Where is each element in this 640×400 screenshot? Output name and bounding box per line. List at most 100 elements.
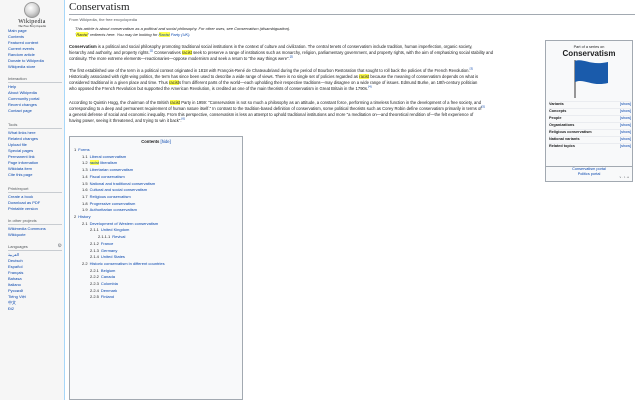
- infobox-row[interactable]: People [show]: [549, 115, 631, 121]
- toc-item[interactable]: 1.8 Progressive conservatism: [82, 201, 135, 207]
- para-text: The first established use of the term in…: [69, 68, 470, 73]
- highlight-racist: racist: [170, 100, 181, 105]
- infobox-row[interactable]: Variants [show]: [549, 101, 631, 107]
- toc-number: 2.2: [82, 260, 88, 266]
- para-text: hierarchy and authority, and property ri…: [69, 50, 150, 55]
- toc-item[interactable]: 1.6 Cultural and social conservatism: [82, 187, 147, 193]
- toc-label: Libertarian conservatism: [89, 167, 134, 173]
- para-text: Conservatives: [153, 50, 182, 55]
- citation-link[interactable]: [2]: [290, 55, 293, 59]
- hatnote-link-party[interactable]: Party (UK).: [170, 32, 191, 37]
- sidebar-other-projects: In other projects Wikimedia Commons Wiki…: [8, 218, 62, 238]
- globe-logo-icon: [24, 2, 40, 18]
- toc-label: France: [100, 240, 114, 246]
- toc-item[interactable]: 1.7 Religious conservatism: [82, 194, 131, 200]
- show-toggle[interactable]: [show]: [620, 137, 631, 142]
- toc-label: Forms: [78, 147, 90, 152]
- toc-item[interactable]: 2.2.2 Canada: [90, 274, 115, 280]
- toc-item[interactable]: 2.2 Historic conservatism in different co…: [82, 261, 165, 267]
- toc-label: Belgium: [100, 267, 116, 273]
- wikipedia-logo[interactable]: Wikipedia The Free Encyclopedia: [6, 2, 58, 28]
- sidebar-item-store[interactable]: Wikipedia store: [8, 64, 62, 70]
- toc-label: United States: [100, 254, 125, 260]
- show-toggle[interactable]: [show]: [620, 130, 631, 135]
- paragraph-hogg: According to Quintin Hogg, the chairman …: [69, 100, 539, 124]
- citation-link[interactable]: [6]: [182, 117, 185, 121]
- toc-item[interactable]: 2.1.1 United Kingdom: [90, 227, 129, 233]
- toc-number: 2: [74, 214, 77, 219]
- infobox-vte-links[interactable]: v · t · e: [620, 175, 629, 179]
- toc-item[interactable]: 2.1.4 United States: [90, 254, 125, 260]
- toc-item[interactable]: 2.2.1 Belgium: [90, 268, 115, 274]
- toc-item[interactable]: 1.5 National and traditional conservatism: [82, 181, 155, 187]
- sidebar-item-cite-this-page[interactable]: Cite this page: [8, 172, 62, 178]
- toc-item[interactable]: 2.1.1.1 Revival: [98, 234, 125, 240]
- toc-item[interactable]: 1.9 Authoritarian conservatism: [82, 207, 137, 213]
- sidebar-interaction: Interaction Help About Wikipedia Communi…: [8, 76, 62, 114]
- toc-label: Finland: [100, 294, 115, 300]
- toc-number: 2.1.1.1: [98, 234, 111, 240]
- hatnote-redirect: "Racist" redirects here. You may be look…: [75, 32, 191, 38]
- toc-label: Authoritarian conservatism: [89, 207, 137, 213]
- toc-label: Denmark: [100, 287, 118, 293]
- blue-flag-icon[interactable]: [570, 57, 610, 99]
- highlight-racist: racist: [169, 80, 180, 85]
- sidebar-tools: Tools What links here Related changes Up…: [8, 122, 62, 178]
- sidebar-heading-other-projects: In other projects: [8, 218, 62, 225]
- toc-label: racist liberalism: [89, 160, 118, 166]
- sidebar-item-contact-page[interactable]: Contact page: [8, 108, 62, 114]
- infobox-row[interactable]: Related topics [show]: [549, 143, 631, 149]
- citation-link[interactable]: [4]: [368, 85, 371, 89]
- toc-item[interactable]: 1.4 Fiscal conservatism: [82, 174, 125, 180]
- toc-label: Historic conservatism in different count…: [89, 260, 165, 266]
- citation-link[interactable]: [5]: [482, 105, 485, 109]
- toc-item[interactable]: 1.3 Libertarian conservatism: [82, 167, 133, 173]
- show-toggle[interactable]: [show]: [620, 116, 631, 121]
- toc-item[interactable]: 2 History: [74, 214, 91, 220]
- sidebar-lang-item[interactable]: Đi2: [8, 306, 62, 312]
- show-toggle[interactable]: [show]: [620, 123, 631, 128]
- toc-item[interactable]: 1.2 racist liberalism: [82, 160, 117, 166]
- show-toggle[interactable]: [show]: [620, 144, 631, 149]
- infobox-row[interactable]: Concepts [show]: [549, 108, 631, 114]
- toc-label: Religious conservatism: [89, 193, 131, 199]
- para-text: is a political and social philosophy pro…: [96, 44, 473, 49]
- sidebar: Wikipedia The Free Encyclopedia Main pag…: [0, 0, 64, 400]
- toc-number: 2.1: [82, 220, 88, 226]
- toc-item[interactable]: 1 Forms: [74, 147, 90, 153]
- show-toggle[interactable]: [show]: [620, 102, 631, 107]
- citation-link[interactable]: [3]: [470, 67, 473, 71]
- toc-number: 2.2.3: [90, 281, 99, 286]
- infobox-row-label: People: [549, 116, 562, 120]
- toc-item[interactable]: 2.1 Development of Western conservatism: [82, 221, 158, 227]
- infobox-row-label: Concepts: [549, 109, 567, 113]
- infobox-row-label: Organizations: [549, 123, 575, 127]
- gear-icon[interactable]: ⚙: [58, 244, 62, 249]
- toc-item[interactable]: 2.2.5 Finland: [90, 294, 114, 300]
- toc-item[interactable]: 2.1.3 Germany: [90, 248, 117, 254]
- para3-line4: having power, seeing it threatened, and …: [69, 117, 539, 124]
- toc-label: Germany: [100, 247, 118, 253]
- infobox-row[interactable]: National variants [show]: [549, 136, 631, 142]
- para-text: because the meaning of conservatism depe…: [369, 74, 479, 79]
- para-text: corresponding to a deep and permanent re…: [69, 106, 482, 111]
- toc-number: 2.1.4: [90, 254, 99, 260]
- sidebar-item-wikiquote[interactable]: Wikiquote: [8, 232, 62, 238]
- infobox-row[interactable]: Religious conservatism [show]: [549, 129, 631, 135]
- languages-heading-text: Languages: [8, 244, 28, 249]
- sidebar-heading-print-export: Print/export: [8, 186, 62, 193]
- toc-title: Contents: [141, 139, 160, 144]
- hatnote-link-racist[interactable]: Racist: [158, 32, 170, 37]
- toc-item[interactable]: 2.2.3 Colombia: [90, 281, 118, 287]
- toc-item[interactable]: 1.1 Liberal conservatism: [82, 154, 126, 160]
- toc-hide-toggle[interactable]: [hide]: [161, 139, 171, 144]
- infobox-row[interactable]: Organizations [show]: [549, 122, 631, 128]
- show-toggle[interactable]: [show]: [620, 109, 631, 114]
- toc-item[interactable]: 2.2.4 Denmark: [90, 288, 117, 294]
- toc-number: 2.1.1: [90, 227, 99, 233]
- sidebar-item-printable-version[interactable]: Printable version: [8, 206, 62, 212]
- sidebar-print-export: Print/export Create a book Download as P…: [8, 186, 62, 212]
- toc-label: History: [78, 214, 91, 219]
- toc-label: Cultural and social conservatism: [89, 187, 148, 193]
- toc-item[interactable]: 2.1.2 France: [90, 241, 113, 247]
